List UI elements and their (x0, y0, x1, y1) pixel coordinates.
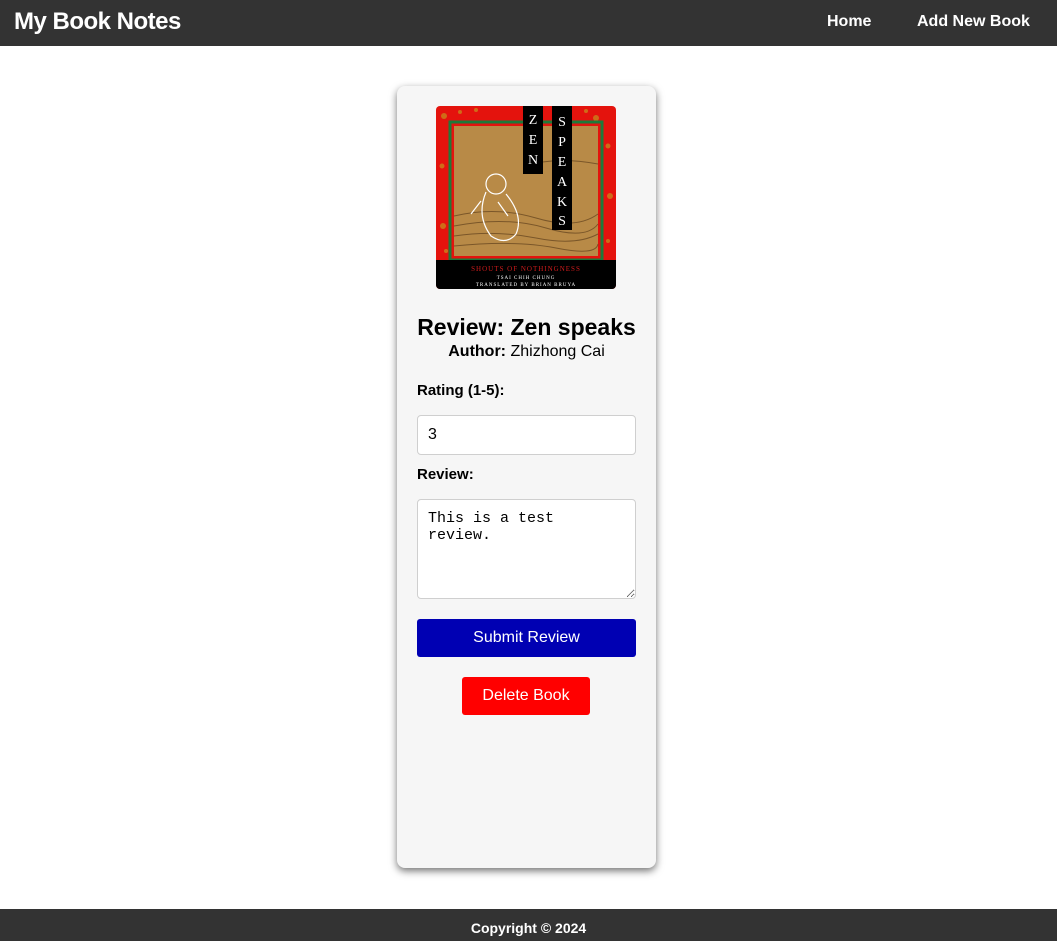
rating-label: Rating (1-5): (417, 382, 505, 399)
book-review-card: ZEN SPE AKS SHOUTS OF NOTHINGNESS TSAI C… (397, 86, 656, 868)
svg-text:A: A (557, 175, 568, 190)
review-label: Review: (417, 466, 474, 483)
top-navbar: My Book Notes Home Add New Book (0, 0, 1057, 46)
copyright-text: Copyright © 2024 (470, 920, 587, 936)
review-textarea[interactable]: This is a test review. (417, 499, 636, 599)
rating-input[interactable] (417, 415, 636, 455)
book-author-line: Author: Zhizhong Cai (397, 343, 656, 361)
svg-text:P: P (558, 135, 566, 150)
submit-review-button[interactable]: Submit Review (417, 619, 636, 657)
site-brand[interactable]: My Book Notes (14, 8, 181, 36)
footer: Copyright © 2024 (0, 909, 1057, 941)
svg-text:S: S (558, 115, 566, 130)
svg-text:N: N (528, 153, 538, 168)
svg-text:S: S (558, 214, 566, 229)
svg-text:TRANSLATED BY BRIAN BRUYA: TRANSLATED BY BRIAN BRUYA (476, 283, 576, 288)
book-cover-image: ZEN SPE AKS SHOUTS OF NOTHINGNESS TSAI C… (436, 106, 616, 289)
svg-text:Z: Z (529, 113, 538, 128)
svg-text:E: E (558, 155, 567, 170)
svg-text:E: E (529, 133, 538, 148)
book-review-title: Review: Zen speaks (417, 314, 636, 340)
delete-book-button[interactable]: Delete Book (462, 677, 590, 715)
nav-link-home[interactable]: Home (827, 13, 871, 31)
svg-text:K: K (557, 195, 567, 210)
svg-text:SHOUTS OF NOTHINGNESS: SHOUTS OF NOTHINGNESS (471, 265, 581, 273)
nav-link-add-new-book[interactable]: Add New Book (917, 13, 1030, 31)
author-name: Zhizhong Cai (510, 343, 605, 360)
svg-text:TSAI CHIH CHUNG: TSAI CHIH CHUNG (497, 276, 556, 281)
author-label: Author: (448, 343, 507, 360)
